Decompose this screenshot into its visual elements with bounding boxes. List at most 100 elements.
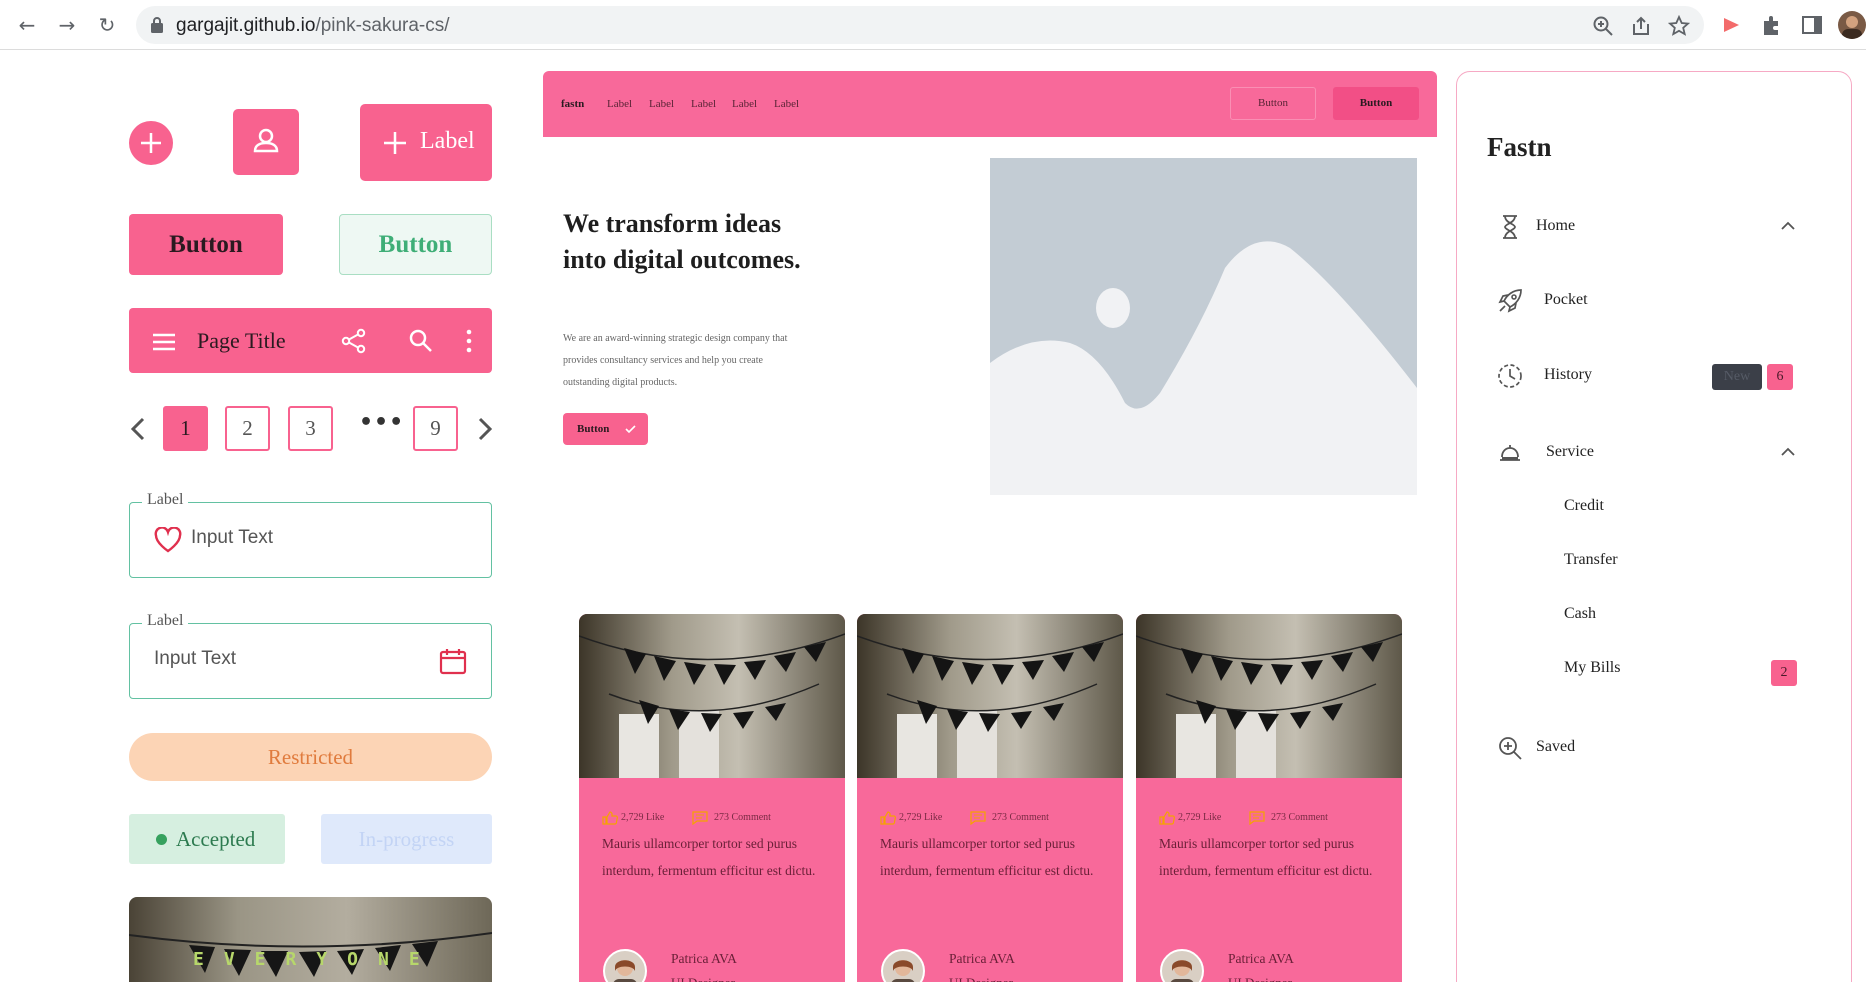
calendar-icon[interactable] (439, 647, 467, 675)
search-icon[interactable] (408, 328, 434, 354)
nav-outline-button[interactable]: Button (1230, 87, 1316, 120)
field-input-text[interactable]: Input Text (191, 527, 273, 549)
sidebar-item-label: Saved (1536, 738, 1576, 755)
bills-count-badge: 2 (1771, 660, 1797, 686)
sidebar-subitem-my-bills[interactable]: My Bills (1564, 659, 1620, 677)
nav-link[interactable]: Label (732, 98, 757, 110)
page-9-button[interactable]: 9 (413, 406, 458, 451)
back-icon[interactable]: ← (14, 12, 40, 38)
add-fab-button[interactable] (129, 121, 173, 165)
new-badge: New (1712, 364, 1762, 390)
field-label: Label (142, 491, 189, 509)
profile-avatar[interactable] (1838, 11, 1866, 39)
history-count-badge: 6 (1767, 364, 1793, 390)
page-2-button[interactable]: 2 (225, 406, 270, 451)
date-input-field[interactable]: Label Input Text (129, 612, 492, 699)
sidebar-item-home[interactable]: Home (1457, 206, 1851, 246)
page-1-button[interactable]: 1 (163, 406, 208, 451)
thumbs-up-icon[interactable] (880, 811, 896, 825)
nav-link[interactable]: Label (774, 98, 799, 110)
sidebar-subitem-credit[interactable]: Credit (1564, 497, 1604, 515)
user-icon-button[interactable] (233, 109, 299, 175)
sidebar: Fastn Home Pocket History New 6 Service … (1456, 71, 1852, 982)
side-panel-icon[interactable] (1800, 13, 1824, 37)
author-avatar (603, 949, 647, 982)
url-host: gargajit.github.io (176, 15, 316, 36)
hero-cta-button[interactable]: Button (563, 413, 648, 445)
post-card[interactable]: 2,729 Like 273 Comment Mauris ullamcorpe… (579, 614, 845, 982)
zoom-icon[interactable] (1592, 15, 1614, 37)
restricted-status-badge: Restricted (129, 733, 492, 781)
nav-filled-button[interactable]: Button (1333, 87, 1419, 120)
like-count: 2,729 Like (1178, 812, 1222, 823)
accepted-label: Accepted (176, 827, 256, 851)
user-icon (253, 128, 279, 153)
heart-icon (154, 527, 182, 553)
comment-count: 273 Comment (1271, 812, 1328, 823)
chevron-right-icon[interactable] (474, 417, 496, 441)
extension-play-icon[interactable] (1720, 13, 1744, 37)
comment-icon[interactable] (1249, 811, 1265, 825)
nav-link[interactable]: Label (607, 98, 632, 110)
url-path: /pink-sakura-cs/ (315, 15, 450, 36)
card-body-text: Mauris ullamcorper tortor sed purus inte… (880, 836, 1094, 878)
share-icon[interactable] (341, 328, 367, 354)
nav-link[interactable]: Label (691, 98, 716, 110)
author-avatar (881, 949, 925, 982)
banner-photo: EVERYONE (129, 897, 492, 982)
sidebar-logo[interactable]: Fastn (1487, 132, 1552, 163)
sidebar-item-service[interactable]: Service (1457, 432, 1851, 472)
post-card[interactable]: 2,729 Like 273 Comment Mauris ullamcorpe… (857, 614, 1123, 982)
page-title: Page Title (197, 328, 286, 353)
secondary-button[interactable]: Button (339, 214, 492, 275)
sidebar-item-label: History (1544, 366, 1592, 383)
bookmark-star-icon[interactable] (1668, 15, 1690, 37)
input-field-with-heart[interactable]: Label Input Text (129, 491, 492, 578)
chevron-up-icon[interactable] (1780, 218, 1796, 234)
sidebar-item-pocket[interactable]: Pocket (1457, 280, 1851, 320)
author-role: UI Designer (671, 975, 735, 982)
lock-icon (151, 17, 163, 33)
bell-icon (1500, 445, 1520, 461)
page-3-button[interactable]: 3 (288, 406, 333, 451)
zoom-in-icon (1499, 737, 1522, 760)
reload-icon[interactable]: ↻ (94, 12, 120, 38)
pagination-ellipsis: ••• (359, 410, 405, 435)
hero-description: We are an award-winning strategic design… (563, 333, 788, 388)
puzzle-icon[interactable] (1760, 13, 1784, 37)
more-vertical-icon[interactable] (456, 328, 482, 354)
chevron-left-icon[interactable] (127, 417, 149, 441)
nav-brand[interactable]: fastn (561, 98, 584, 110)
primary-button[interactable]: Button (129, 214, 283, 275)
field-input-text[interactable]: Input Text (154, 648, 236, 670)
sidebar-subitem-transfer[interactable]: Transfer (1564, 551, 1618, 569)
thumbs-up-icon[interactable] (602, 811, 618, 825)
clock-icon (1498, 364, 1522, 388)
comment-icon[interactable] (970, 811, 986, 825)
share-icon[interactable] (1630, 15, 1652, 37)
plus-icon (141, 133, 161, 153)
nav-link[interactable]: Label (649, 98, 674, 110)
hero-cta-label: Button (577, 423, 610, 435)
sidebar-subitem-cash[interactable]: Cash (1564, 605, 1596, 623)
address-bar[interactable]: gargajit.github.io/pink-sakura-cs/ (136, 6, 1704, 44)
app-bar: Page Title (129, 308, 492, 373)
thumbs-up-icon[interactable] (1159, 811, 1175, 825)
add-label-text: Label (420, 128, 475, 154)
author-role: UI Designer (949, 975, 1013, 982)
comment-icon[interactable] (692, 811, 708, 825)
banner-text: EVERYONE (193, 949, 440, 970)
menu-icon[interactable] (151, 329, 177, 355)
sidebar-item-saved[interactable]: Saved (1457, 727, 1851, 767)
forward-icon[interactable]: → (54, 12, 80, 38)
add-label-button[interactable]: Label (360, 104, 492, 181)
rocket-icon (1498, 289, 1522, 313)
author-name: Patrica AVA (1228, 951, 1294, 966)
field-label: Label (142, 612, 189, 630)
card-body-text: Mauris ullamcorper tortor sed purus inte… (1159, 836, 1373, 878)
in-progress-status-badge: In-progress (321, 814, 492, 864)
sidebar-item-label: Home (1536, 217, 1576, 234)
post-card[interactable]: 2,729 Like 273 Comment Mauris ullamcorpe… (1136, 614, 1402, 982)
chevron-up-icon[interactable] (1780, 444, 1796, 460)
plus-icon (384, 132, 406, 154)
